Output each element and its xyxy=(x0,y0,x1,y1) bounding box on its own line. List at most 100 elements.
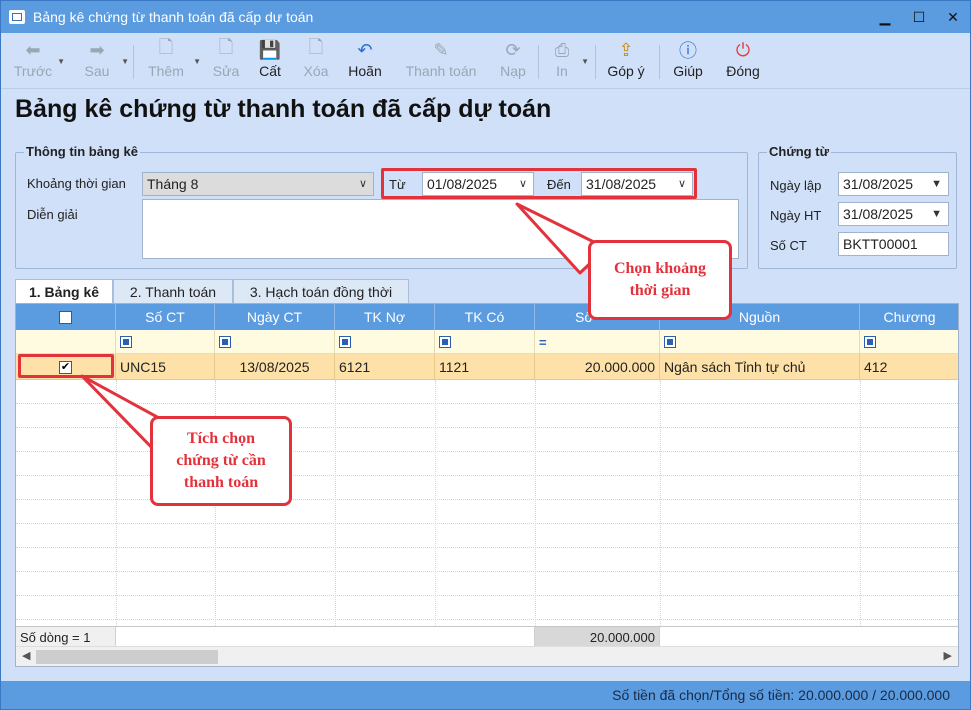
col-tk-no[interactable]: TK Nợ xyxy=(335,304,435,330)
description-label: Diễn giải xyxy=(27,207,78,222)
edit-icon: 🗋 xyxy=(218,37,234,57)
equals-icon[interactable]: = xyxy=(539,335,547,350)
post-date-field[interactable]: 31/08/2025 ▼ xyxy=(838,202,949,226)
filter-icon[interactable] xyxy=(339,336,351,348)
col-ngay-ct[interactable]: Ngày CT xyxy=(215,304,335,330)
load-button[interactable]: ⟳ Nạp xyxy=(495,37,531,87)
prev-button[interactable]: ⬅ Trước ▼ xyxy=(11,37,65,87)
row-count: Số dòng = 1 xyxy=(16,627,116,647)
info-legend: Thông tin bảng kê xyxy=(24,144,140,159)
callout-check: Tích chọn chứng từ cần thanh toán xyxy=(150,416,292,506)
filter-row: = xyxy=(16,330,958,354)
new-document-icon: 🗋 xyxy=(158,37,174,57)
feedback-button[interactable]: ⇪ Góp ý xyxy=(603,37,649,87)
filter-ngay-ct[interactable] xyxy=(215,330,335,354)
select-all-checkbox[interactable] xyxy=(59,310,72,324)
delete-icon: 🗋 xyxy=(308,37,324,57)
status-bar: Số tiền đã chọn/Tổng số tiền: 20.000.000… xyxy=(1,681,970,709)
period-highlight xyxy=(381,168,697,199)
period-label: Khoảng thời gian xyxy=(27,176,126,191)
grid-footer: Số dòng = 1 20.000.000 xyxy=(16,626,958,647)
horizontal-scrollbar[interactable]: ◀ ▶ xyxy=(16,646,958,666)
filter-so-tien[interactable]: = xyxy=(535,330,660,354)
maximize-button[interactable]: ☐ xyxy=(902,1,936,33)
filter-nguon[interactable] xyxy=(660,330,860,354)
cell-ngay-ct: 13/08/2025 xyxy=(215,354,335,380)
cell-tk-no: 6121 xyxy=(335,354,435,380)
select-all-cell[interactable] xyxy=(16,304,116,330)
col-chuong[interactable]: Chương xyxy=(860,304,958,330)
delete-button[interactable]: 🗋 Xóa xyxy=(297,37,335,87)
window: Bảng kê chứng từ thanh toán đã cấp dự to… xyxy=(0,0,971,710)
toolbar: ⬅ Trước ▼ ➡ Sau ▼ 🗋 Thêm ▼ 🗋 Sửa 💾 Cất 🗋 Xóa ↶ Hoã… xyxy=(1,33,970,89)
help-button[interactable]: ⓘ Giúp xyxy=(667,37,709,87)
arrow-right-icon: ➡ xyxy=(89,39,105,60)
filter-so-ct[interactable] xyxy=(116,330,215,354)
voucher-no-label: Số CT xyxy=(770,238,807,253)
post-date-label: Ngày HT xyxy=(770,208,822,223)
grid-header: Số CT Ngày CT TK Nợ TK Có Số Nguồn Chươn… xyxy=(16,304,958,330)
tab-hach-toan[interactable]: 3. Hạch toán đồng thời xyxy=(233,279,409,303)
close-button[interactable]: ⏻ Đóng xyxy=(721,37,765,87)
cell-nguon: Ngân sách Tỉnh tự chủ xyxy=(660,354,860,380)
period-select[interactable]: Tháng 8 ∨ xyxy=(142,172,374,196)
power-icon: ⏻ xyxy=(735,39,751,60)
edit-button[interactable]: 🗋 Sửa xyxy=(207,37,245,87)
footer-total: 20.000.000 xyxy=(535,627,660,647)
col-tk-co[interactable]: TK Có xyxy=(435,304,535,330)
filter-icon[interactable] xyxy=(439,336,451,348)
upload-icon: ⇪ xyxy=(618,39,634,60)
undo-button[interactable]: ↶ Hoãn xyxy=(344,37,386,87)
status-text: Số tiền đã chọn/Tổng số tiền: 20.000.000… xyxy=(612,687,950,703)
dropdown-icon: ▼ xyxy=(57,57,65,66)
dropdown-icon: ▼ xyxy=(931,178,942,190)
checkbox-highlight xyxy=(18,354,114,378)
save-icon: 💾 xyxy=(258,39,282,60)
cell-chuong: 412 xyxy=(860,354,958,380)
help-icon: ⓘ xyxy=(679,41,697,61)
minimize-button[interactable]: ▁ xyxy=(868,1,902,33)
voucher-no-field[interactable]: BKTT00001 xyxy=(838,232,949,256)
dropdown-icon: ▼ xyxy=(581,57,589,66)
filter-icon[interactable] xyxy=(664,336,676,348)
title-bar: Bảng kê chứng từ thanh toán đã cấp dự to… xyxy=(1,1,970,33)
filter-icon[interactable] xyxy=(219,336,231,348)
tab-thanh-toan[interactable]: 2. Thanh toán xyxy=(113,279,233,303)
voucher-legend: Chứng từ xyxy=(767,144,831,159)
arrow-left-icon: ⬅ xyxy=(25,39,41,60)
pen-icon: ✎ xyxy=(433,39,449,60)
table-row[interactable]: ✔ UNC15 13/08/2025 6121 1121 20.000.000 … xyxy=(16,354,958,380)
cell-so-tien: 20.000.000 xyxy=(535,354,660,380)
undo-icon: ↶ xyxy=(357,39,373,60)
scroll-left-icon[interactable]: ◀ xyxy=(22,649,30,662)
refresh-icon: ⟳ xyxy=(505,39,521,60)
save-button[interactable]: 💾 Cất xyxy=(251,37,289,87)
window-title: Bảng kê chứng từ thanh toán đã cấp dự to… xyxy=(33,9,314,25)
add-button[interactable]: 🗋 Thêm ▼ xyxy=(141,37,201,87)
dropdown-icon: ▼ xyxy=(121,57,129,66)
chevron-down-icon: ∨ xyxy=(358,178,367,190)
printer-icon: ⎙ xyxy=(554,39,570,60)
filter-tk-co[interactable] xyxy=(435,330,535,354)
cell-tk-co: 1121 xyxy=(435,354,535,380)
callout-period: Chọn khoảng thời gian xyxy=(588,240,732,320)
filter-tk-no[interactable] xyxy=(335,330,435,354)
filter-chuong[interactable] xyxy=(860,330,958,354)
filter-icon[interactable] xyxy=(864,336,876,348)
pay-button[interactable]: ✎ Thanh toán xyxy=(401,37,481,87)
close-window-button[interactable]: ✕ xyxy=(936,1,970,33)
page-title: Bảng kê chứng từ thanh toán đã cấp dự to… xyxy=(15,95,552,123)
dropdown-icon: ▼ xyxy=(193,57,201,66)
next-button[interactable]: ➡ Sau ▼ xyxy=(75,37,129,87)
cell-so-ct: UNC15 xyxy=(116,354,215,380)
filter-icon[interactable] xyxy=(120,336,132,348)
app-icon xyxy=(9,10,25,24)
col-so-ct[interactable]: Số CT xyxy=(116,304,215,330)
scroll-thumb[interactable] xyxy=(36,650,218,664)
dropdown-icon: ▼ xyxy=(931,208,942,220)
print-button[interactable]: ⎙ In ▼ xyxy=(545,37,589,87)
scroll-right-icon[interactable]: ▶ xyxy=(944,649,952,662)
voucher-date-label: Ngày lập xyxy=(770,178,822,193)
voucher-date-field[interactable]: 31/08/2025 ▼ xyxy=(838,172,949,196)
tab-bang-ke[interactable]: 1. Bảng kê xyxy=(15,279,113,303)
